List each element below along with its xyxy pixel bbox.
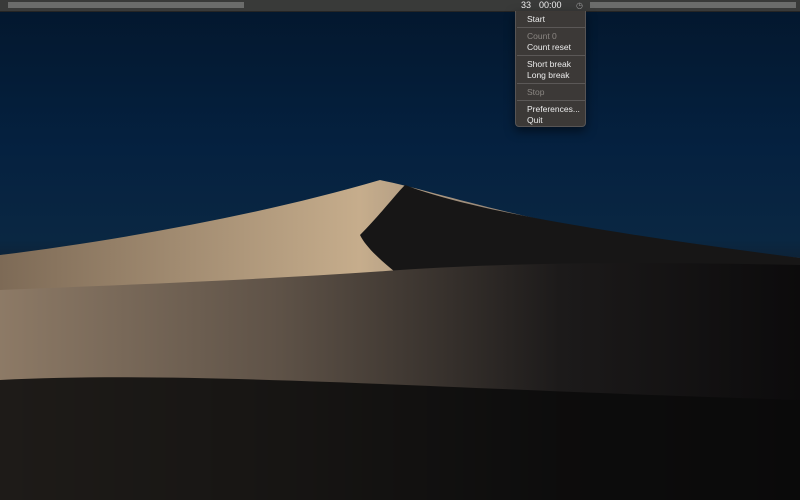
menu-separator: [517, 83, 585, 84]
menu-item-stop: Stop: [527, 87, 545, 97]
menu-bar: 33 00:00 ◷: [0, 0, 800, 12]
menu-item-start[interactable]: Start: [527, 14, 545, 24]
pomodoro-menu: Start Count 0 Count reset Short break Lo…: [515, 11, 586, 127]
menu-item-quit[interactable]: Quit: [527, 115, 543, 125]
desktop-wallpaper: [0, 0, 800, 500]
clock-icon[interactable]: ◷: [576, 0, 583, 11]
menu-item-preferences[interactable]: Preferences...: [527, 104, 580, 114]
menu-item-long-break[interactable]: Long break: [527, 70, 570, 80]
menu-bar-blurred-status-items: [590, 2, 796, 8]
menu-item-short-break[interactable]: Short break: [527, 59, 571, 69]
menu-separator: [517, 55, 585, 56]
menu-separator: [517, 27, 585, 28]
menu-bar-blurred-app-menus: [8, 2, 244, 8]
menu-separator: [517, 100, 585, 101]
wallpaper-dunes: [0, 180, 800, 500]
pomodoro-count[interactable]: 33: [521, 0, 531, 11]
menu-item-count: Count 0: [527, 31, 557, 41]
pomodoro-timer[interactable]: 00:00: [539, 0, 562, 11]
menu-item-count-reset[interactable]: Count reset: [527, 42, 571, 52]
